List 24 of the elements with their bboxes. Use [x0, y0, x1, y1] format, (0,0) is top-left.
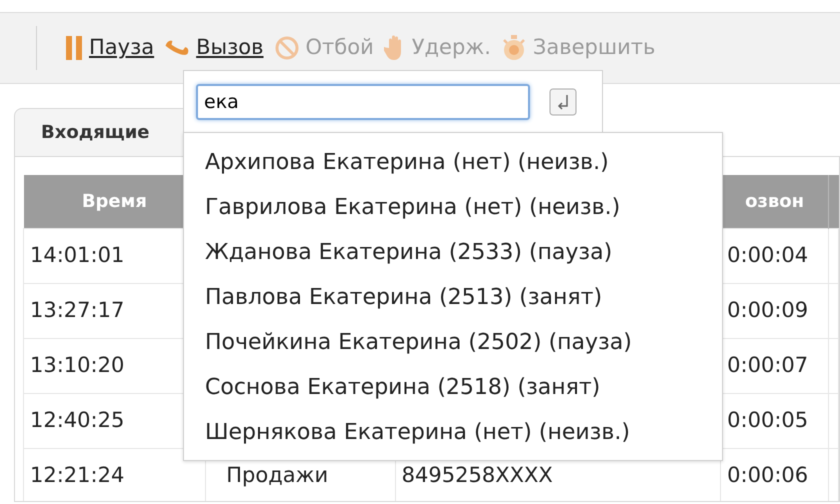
table-cell: Продажи — [226, 462, 328, 487]
table-cell: 12:40:25 — [30, 408, 124, 432]
table-cell: 0:00:06 — [727, 462, 808, 487]
stopwatch-icon — [500, 34, 527, 62]
enter-icon[interactable] — [548, 87, 578, 117]
prohibited-icon — [274, 35, 300, 61]
pause-link[interactable]: Пауза — [89, 32, 154, 64]
result-item[interactable]: Соснова Екатерина (2518) (занят) — [184, 365, 722, 410]
table-cell: 0:00:09 — [727, 298, 808, 322]
table-cell: 0:00:07 — [727, 352, 808, 377]
result-item[interactable]: Почейкина Екатерина (2502) (пауза) — [184, 320, 722, 365]
table-cell: 13:10:20 — [30, 352, 124, 377]
table-cell: 8495258XXXX — [402, 462, 553, 487]
search-field[interactable]: ека — [196, 84, 530, 120]
table-cell: 12:21:24 — [30, 462, 124, 487]
table-cell: 14:01:01 — [30, 242, 124, 267]
result-item[interactable]: Шернякова Екатерина (нет) (неизв.) — [184, 410, 722, 455]
result-item[interactable]: Павлова Екатерина (2513) (занят) — [184, 275, 722, 320]
result-item[interactable]: Жданова Екатерина (2533) (пауза) — [184, 230, 722, 275]
table-cell: 0:00:04 — [727, 242, 808, 267]
call-link[interactable]: Вызов — [196, 32, 264, 64]
pause-icon — [65, 35, 83, 61]
table-cell: 13:27:17 — [30, 298, 124, 322]
table-cell: 0:00:05 — [727, 408, 808, 432]
